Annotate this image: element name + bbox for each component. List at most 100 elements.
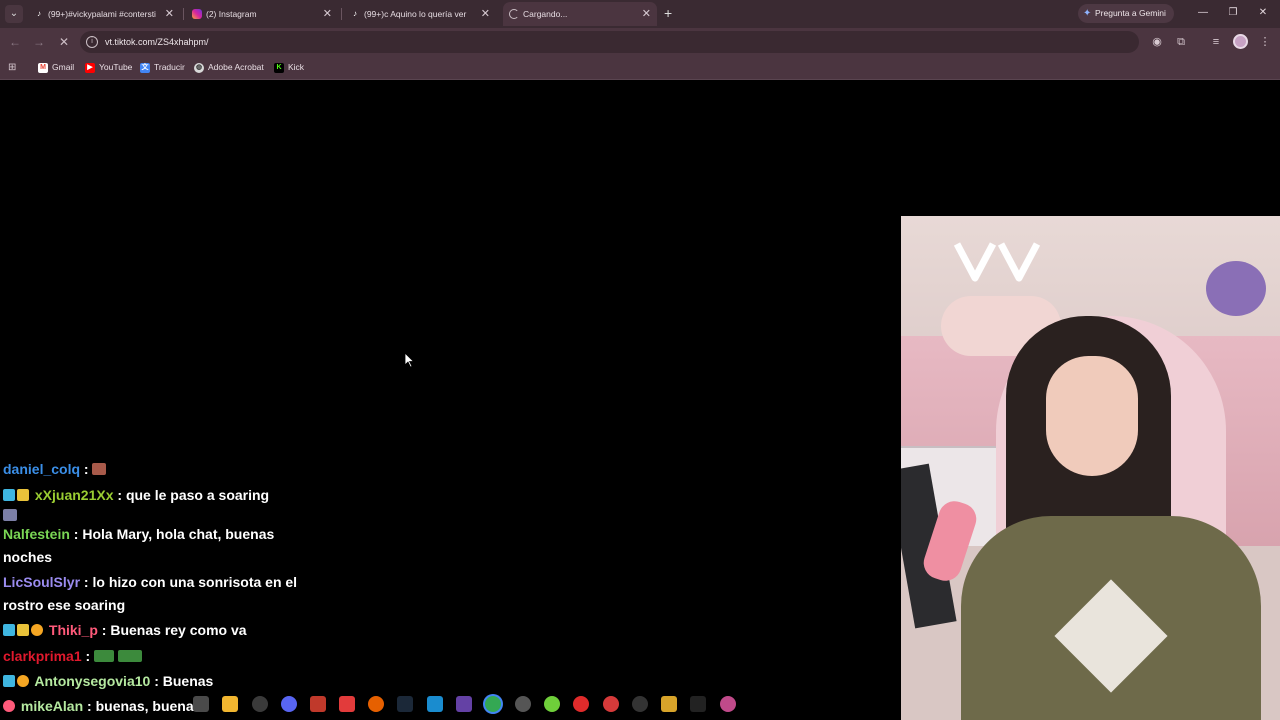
close-icon[interactable]: ✕ <box>323 2 332 26</box>
gmail-icon: M <box>38 62 48 73</box>
bookmark-label: Kick <box>288 62 305 72</box>
extensions-puzzle-icon[interactable]: ⧉ <box>1173 34 1189 50</box>
bookmark-adobe-acrobat[interactable]: ◍ Adobe Acrobat <box>194 56 264 80</box>
media-controls-icon[interactable]: ≡ <box>1208 34 1224 50</box>
tab-title: (99+)c Aquino lo quería ver <box>364 9 467 19</box>
tab-strip: ⌄ ♪ (99+)#vickypalami #contersting ✕ (2)… <box>0 0 1280 28</box>
bits-badge-icon <box>17 675 29 687</box>
emote-icon <box>117 650 142 662</box>
chat-username[interactable]: daniel_colq <box>3 461 80 477</box>
bookmark-translate[interactable]: 文 Traducir <box>140 56 185 80</box>
app-icon[interactable] <box>544 696 560 712</box>
chat-message: Antonysegovia10 : Buenas <box>3 670 303 693</box>
chat-message: Thiki_p : Buenas rey como va <box>3 619 303 642</box>
tab-instagram[interactable]: (2) Instagram ✕ <box>186 2 338 26</box>
chat-username[interactable]: LicSoulSlyr <box>3 574 80 590</box>
chat-username[interactable]: Thiki_p <box>49 622 98 638</box>
webcam-plush <box>1206 261 1266 316</box>
steam-icon[interactable] <box>397 696 413 712</box>
webcam-person-face <box>1046 356 1138 476</box>
app-icon[interactable] <box>632 696 648 712</box>
emote-icon <box>94 650 115 662</box>
forward-button[interactable]: → <box>30 33 48 51</box>
gemini-sparkle-icon: ✦ <box>1083 8 1092 19</box>
twitch-icon[interactable] <box>456 696 472 712</box>
epic-games-icon[interactable] <box>690 696 706 712</box>
address-bar[interactable]: i vt.tiktok.com/ZS4xhahpm/ <box>80 31 1139 53</box>
discord-icon[interactable] <box>281 696 297 712</box>
tab-divider <box>341 8 342 20</box>
chat-message: Nalfestein : Hola Mary, hola chat, buena… <box>3 523 303 569</box>
chat-separator: : <box>80 574 93 590</box>
chat-separator: : <box>69 526 83 542</box>
chat-text: Buenas <box>162 673 214 689</box>
prime-badge-icon <box>3 624 15 636</box>
shield-badge-icon <box>17 624 29 636</box>
chrome-icon[interactable] <box>485 696 501 712</box>
chat-separator: : <box>97 622 111 638</box>
ask-gemini-button[interactable]: ✦ Pregunta a Gemini <box>1078 4 1174 23</box>
chat-username[interactable]: xXjuan21Xx <box>35 487 114 503</box>
extension-icon[interactable]: ◉ <box>1149 34 1165 50</box>
bookmark-kick[interactable]: K Kick <box>274 56 304 80</box>
gemini-label: Pregunta a Gemini <box>1095 8 1166 18</box>
firefox-icon[interactable] <box>368 696 384 712</box>
bookmark-label: Gmail <box>52 62 75 72</box>
settings-gear-icon[interactable] <box>515 696 531 712</box>
shield-badge-icon <box>17 489 29 501</box>
bookmarks-bar: ⊞ M Gmail ▶ YouTube 文 Traducir ◍ Adobe Acrob… <box>0 56 1280 80</box>
more-menu-icon[interactable]: ⋮ <box>1257 34 1273 50</box>
chat-separator: : <box>81 648 95 664</box>
app-icon[interactable] <box>573 696 589 712</box>
app-icon[interactable] <box>339 696 355 712</box>
taskbar-icons <box>0 692 900 716</box>
badge-icon <box>3 489 15 501</box>
stop-loading-button[interactable]: ✕ <box>55 33 73 51</box>
chat-username[interactable]: Nalfestein <box>3 526 70 542</box>
chat-separator: : <box>113 487 126 503</box>
close-window-button[interactable]: ✕ <box>1255 4 1271 22</box>
app-icon[interactable] <box>720 696 736 712</box>
kick-icon: K <box>274 62 284 73</box>
app-icon[interactable] <box>661 696 677 712</box>
webcam-overlay <box>901 216 1280 720</box>
minimize-button[interactable]: — <box>1195 4 1211 22</box>
apps-grid-icon[interactable]: ⊞ <box>8 62 19 73</box>
file-explorer-icon[interactable] <box>222 696 238 712</box>
tab-search-button[interactable]: ⌄ <box>5 5 23 23</box>
bookmark-gmail[interactable]: M Gmail <box>38 56 74 80</box>
tiktok-icon: ♪ <box>353 9 357 18</box>
url-text: vt.tiktok.com/ZS4xhahpm/ <box>105 37 209 47</box>
tab-title: (99+)#vickypalami #contersting <box>48 9 156 19</box>
tiktok-icon: ♪ <box>37 9 41 18</box>
app-icon[interactable] <box>427 696 443 712</box>
app-icon[interactable] <box>310 696 326 712</box>
mouse-cursor-icon <box>405 353 415 368</box>
chat-text: Buenas rey como va <box>110 622 247 638</box>
close-icon[interactable]: ✕ <box>642 2 651 26</box>
tab-tiktok-2[interactable]: ♪ (99+)c Aquino lo quería ver ✕ <box>344 2 496 26</box>
close-icon[interactable]: ✕ <box>481 2 490 26</box>
app-icon[interactable] <box>193 696 209 712</box>
tab-tiktok-1[interactable]: ♪ (99+)#vickypalami #contersting ✕ <box>28 2 180 26</box>
bookmark-youtube[interactable]: ▶ YouTube <box>85 56 132 80</box>
restore-button[interactable]: ❐ <box>1225 4 1241 22</box>
tab-loading[interactable]: Cargando... ✕ <box>503 2 657 26</box>
close-icon[interactable]: ✕ <box>165 2 174 26</box>
profile-avatar[interactable] <box>1233 34 1248 49</box>
browser-toolbar: ← → ✕ i vt.tiktok.com/ZS4xhahpm/ ◉ ⧉ ≡ ⋮ <box>0 28 1280 56</box>
app-icon[interactable] <box>603 696 619 712</box>
chat-separator: : <box>150 673 163 689</box>
chat-username[interactable]: Antonysegovia10 <box>34 673 150 689</box>
chat-message: clarkprima1 : <box>3 645 303 668</box>
instagram-icon <box>192 9 202 19</box>
chat-text: que le paso a soaring <box>125 487 270 503</box>
tab-divider <box>183 8 184 20</box>
new-tab-button[interactable]: + <box>664 4 678 22</box>
chat-username[interactable]: clarkprima1 <box>3 648 82 664</box>
chat-message: daniel_colq : <box>3 458 303 481</box>
site-info-icon[interactable]: i <box>86 36 98 48</box>
chat-message: LicSoulSlyr : lo hizo con una sonrisota … <box>3 571 303 617</box>
back-button[interactable]: ← <box>6 33 24 51</box>
app-icon[interactable] <box>252 696 268 712</box>
